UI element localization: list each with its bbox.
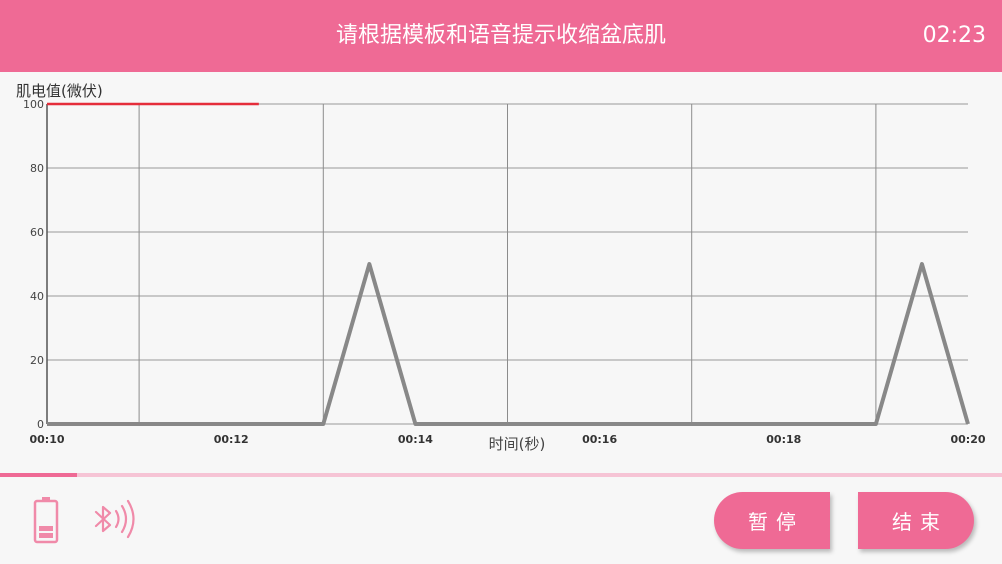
y-tick-label: 60 bbox=[30, 226, 44, 239]
y-tick-label: 80 bbox=[30, 162, 44, 175]
emg-chart: 020406080100 00:10 00:12 00:14 00:16 00:18 00… bbox=[16, 82, 986, 453]
x-tick-label: 00:18 bbox=[766, 433, 801, 446]
y-tick-label: 40 bbox=[30, 290, 44, 303]
y-tick-label: 0 bbox=[37, 418, 44, 431]
session-progress-fill bbox=[0, 473, 78, 477]
chart-grid bbox=[46, 103, 968, 425]
x-tick-label: 00:16 bbox=[582, 433, 617, 446]
x-tick-label: 00:14 bbox=[398, 433, 433, 446]
battery-low-icon bbox=[33, 497, 59, 544]
instruction-title: 请根据模板和语音提示收缩盆底肌 bbox=[335, 23, 666, 48]
pause-button[interactable]: 暂停 bbox=[714, 492, 830, 549]
x-tick-label: 00:10 bbox=[29, 433, 64, 446]
session-progress-track bbox=[0, 473, 1002, 477]
x-tick-label: 00:20 bbox=[950, 433, 985, 446]
y-axis-label: 肌电值(微伏) bbox=[16, 82, 103, 100]
y-axis-ticks: 020406080100 bbox=[23, 98, 44, 431]
header-bar: 请根据模板和语音提示收缩盆底肌 02:23 bbox=[0, 0, 1002, 72]
bluetooth-connected-icon bbox=[94, 499, 135, 539]
end-button[interactable]: 结束 bbox=[858, 492, 974, 549]
x-axis-label: 时间(秒) bbox=[489, 435, 546, 453]
y-tick-label: 20 bbox=[30, 354, 44, 367]
x-tick-label: 00:12 bbox=[214, 433, 249, 446]
session-timer: 02:23 bbox=[922, 23, 986, 48]
